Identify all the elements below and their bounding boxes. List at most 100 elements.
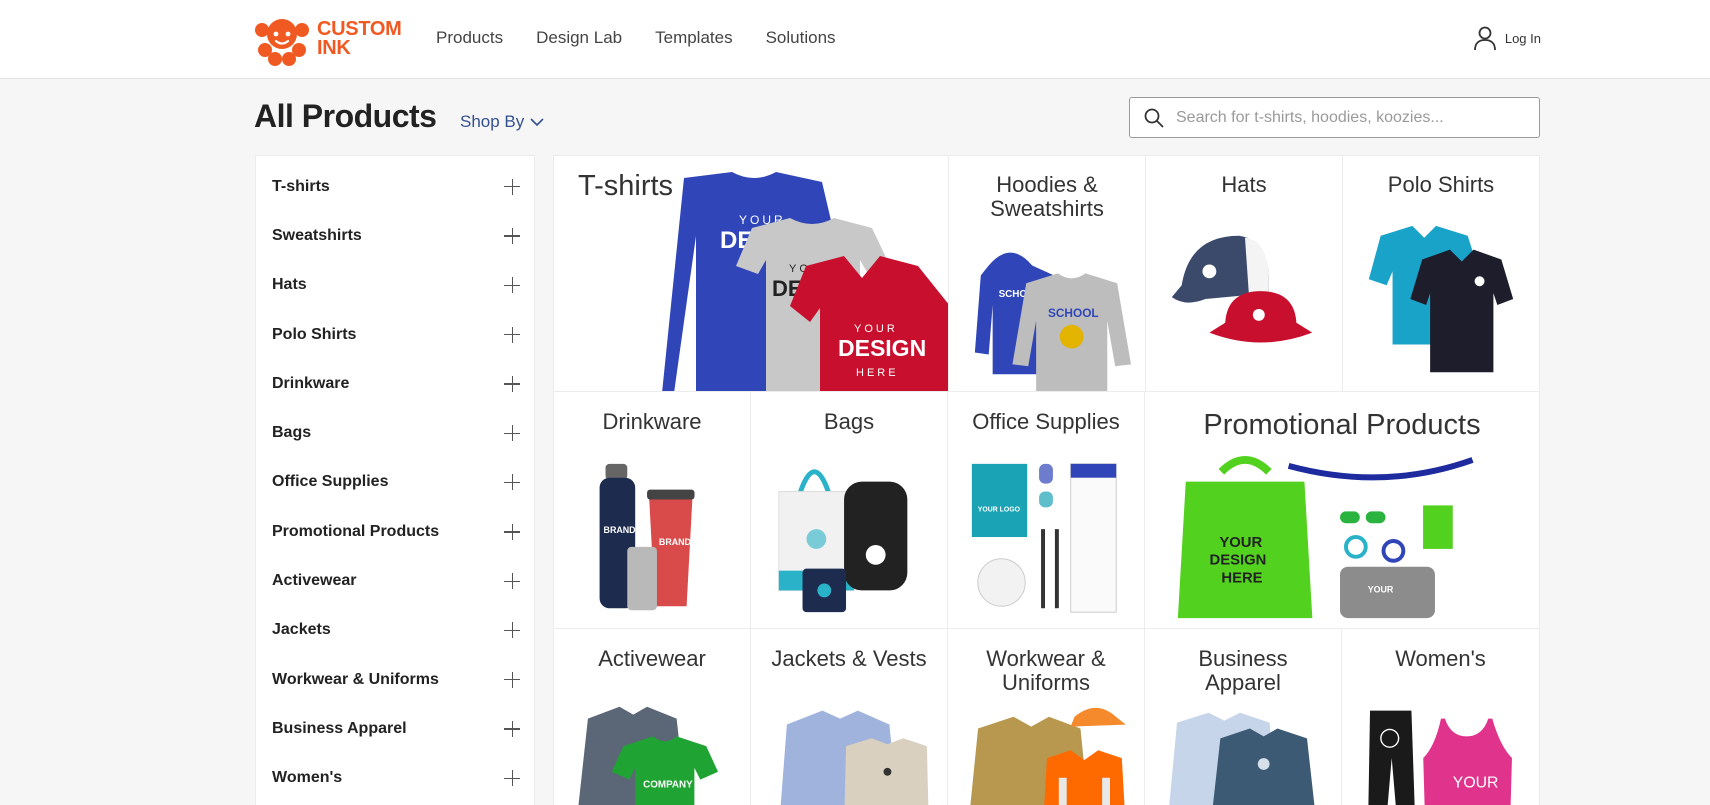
shop-by-label: Shop By (460, 112, 525, 131)
tile-label: Polo Shirts (1387, 172, 1495, 197)
top-navigation-bar: CUSTOM INK Products Design Lab Templates… (0, 0, 1710, 79)
tile-label: Bags (823, 409, 875, 434)
sidebar-item-business-apparel[interactable]: Business Apparel (256, 704, 534, 753)
nav-solutions[interactable]: Solutions (766, 28, 836, 48)
svg-text:HERE: HERE (1221, 571, 1262, 587)
tile-label: Workwear & Uniforms (948, 647, 1144, 695)
tile-activewear[interactable]: Activewear COMPANY (553, 628, 751, 805)
hats-image (1146, 216, 1342, 391)
search-box (1129, 97, 1540, 138)
sidebar-item-label: Women's (272, 769, 343, 787)
tile-office-supplies[interactable]: Office Supplies YOUR LOGO (947, 391, 1145, 629)
svg-text:YOUR LOGO: YOUR LOGO (978, 506, 1021, 513)
nav-design-lab[interactable]: Design Lab (536, 28, 622, 48)
search-input[interactable] (1176, 108, 1516, 127)
tile-bags[interactable]: Bags (750, 391, 948, 629)
plus-icon[interactable] (504, 326, 520, 343)
sidebar-item-label: Hats (272, 276, 307, 294)
shop-by-dropdown[interactable]: Shop By (460, 112, 544, 132)
svg-text:YOUR: YOUR (1368, 584, 1394, 594)
bags-image (751, 452, 947, 628)
svg-text:BRAND: BRAND (604, 525, 637, 535)
svg-text:DESIGN: DESIGN (838, 335, 926, 361)
sidebar-item-label: T-shirts (272, 177, 330, 195)
sidebar-item-drinkware[interactable]: Drinkware (256, 359, 534, 408)
user-icon (1473, 26, 1496, 51)
tile-jackets-vests[interactable]: Jackets & Vests (750, 628, 948, 805)
jackets-image (751, 689, 947, 805)
tile-label-line: Workwear & (986, 646, 1106, 671)
plus-icon[interactable] (504, 375, 520, 392)
sidebar-item-workwear-uniforms[interactable]: Workwear & Uniforms (256, 655, 534, 704)
product-category-grid: YOUR DESIGN YOUR DESIGN YOUR DESIGN HERE… (553, 155, 1540, 805)
tile-workwear-uniforms[interactable]: Workwear & Uniforms (947, 628, 1145, 805)
sidebar-item-label: Jackets (272, 621, 331, 639)
sidebar-item-tshirts[interactable]: T-shirts (256, 162, 534, 211)
sidebar-item-label: Drinkware (272, 374, 350, 392)
main-nav: Products Design Lab Templates Solutions (436, 0, 869, 76)
svg-text:YOUR: YOUR (854, 323, 898, 335)
plus-icon[interactable] (504, 622, 520, 639)
sidebar-item-sweatshirts[interactable]: Sweatshirts (256, 211, 534, 260)
svg-text:YOUR: YOUR (1453, 775, 1499, 792)
plus-icon[interactable] (504, 277, 520, 294)
sidebar-item-label: Workwear & Uniforms (272, 670, 439, 688)
sidebar-item-label: Polo Shirts (272, 325, 357, 343)
tile-label: Hats (1221, 172, 1267, 197)
tile-label-line: Apparel (1205, 670, 1281, 695)
tile-hats[interactable]: Hats (1145, 155, 1343, 392)
category-sidebar: T-shirts Sweatshirts Hats Polo Shirts Dr… (255, 155, 535, 805)
tile-label: Promotional Products (1203, 409, 1481, 441)
plus-icon[interactable] (504, 720, 520, 737)
svg-text:DESIGN: DESIGN (1210, 553, 1267, 569)
tile-polo-shirts[interactable]: Polo Shirts (1342, 155, 1540, 392)
svg-text:SCHOOL: SCHOOL (1048, 306, 1099, 320)
sidebar-item-promotional-products[interactable]: Promotional Products (256, 507, 534, 556)
polo-image (1343, 216, 1539, 391)
plus-icon[interactable] (504, 770, 520, 787)
sidebar-item-womens[interactable]: Women's (256, 754, 534, 803)
tile-hoodies-sweatshirts[interactable]: Hoodies & Sweatshirts SCHOOL SCHOOL (948, 155, 1146, 392)
sidebar-item-office-supplies[interactable]: Office Supplies (256, 458, 534, 507)
custom-ink-logo[interactable]: CUSTOM INK (253, 10, 402, 68)
octopus-logo-icon (255, 19, 309, 66)
office-supplies-image: YOUR LOGO (948, 452, 1144, 628)
plus-icon[interactable] (504, 671, 520, 688)
sidebar-item-label: Bags (272, 424, 312, 442)
sidebar-item-polo-shirts[interactable]: Polo Shirts (256, 310, 534, 359)
tile-label: Jackets & Vests (771, 646, 927, 671)
sidebar-item-label: Business Apparel (272, 719, 407, 737)
nav-templates[interactable]: Templates (655, 28, 732, 48)
plus-icon[interactable] (504, 474, 520, 491)
sidebar-item-activewear[interactable]: Activewear (256, 556, 534, 605)
plus-icon[interactable] (504, 523, 520, 540)
chevron-down-icon (530, 118, 544, 127)
plus-icon[interactable] (504, 425, 520, 442)
tile-label: Office Supplies (972, 409, 1120, 434)
sidebar-item-jackets[interactable]: Jackets (256, 606, 534, 655)
promotional-products-image: YOUR DESIGN HERE YOUR (1145, 452, 1539, 628)
sidebar-item-label: Sweatshirts (272, 226, 362, 244)
tile-business-apparel[interactable]: Business Apparel (1144, 628, 1342, 805)
search-icon[interactable] (1144, 108, 1164, 128)
svg-text:BRAND: BRAND (659, 537, 692, 547)
sidebar-item-label: Activewear (272, 572, 357, 590)
sidebar-item-bags[interactable]: Bags (256, 408, 534, 457)
plus-icon[interactable] (504, 178, 520, 195)
tile-promotional-products[interactable]: Promotional Products YOUR DESIGN HERE YO… (1144, 391, 1540, 629)
tile-label: Women's (1395, 646, 1486, 671)
logo-wordmark: CUSTOM INK (317, 19, 402, 59)
logo-line-ink: INK (317, 37, 351, 59)
tile-tshirts[interactable]: YOUR DESIGN YOUR DESIGN YOUR DESIGN HERE… (553, 155, 949, 392)
plus-icon[interactable] (504, 573, 520, 590)
tile-womens[interactable]: Women's YOUR (1341, 628, 1540, 805)
sidebar-item-label: Promotional Products (272, 522, 440, 540)
tile-label-line: Business (1198, 646, 1288, 671)
workwear-image (948, 699, 1144, 805)
tile-label: T-shirts (578, 170, 674, 202)
sidebar-item-hats[interactable]: Hats (256, 261, 534, 310)
tile-drinkware[interactable]: Drinkware BRAND BRAND (553, 391, 751, 629)
nav-products[interactable]: Products (436, 28, 503, 48)
login-link[interactable]: Log In (1473, 25, 1541, 51)
plus-icon[interactable] (504, 227, 520, 244)
